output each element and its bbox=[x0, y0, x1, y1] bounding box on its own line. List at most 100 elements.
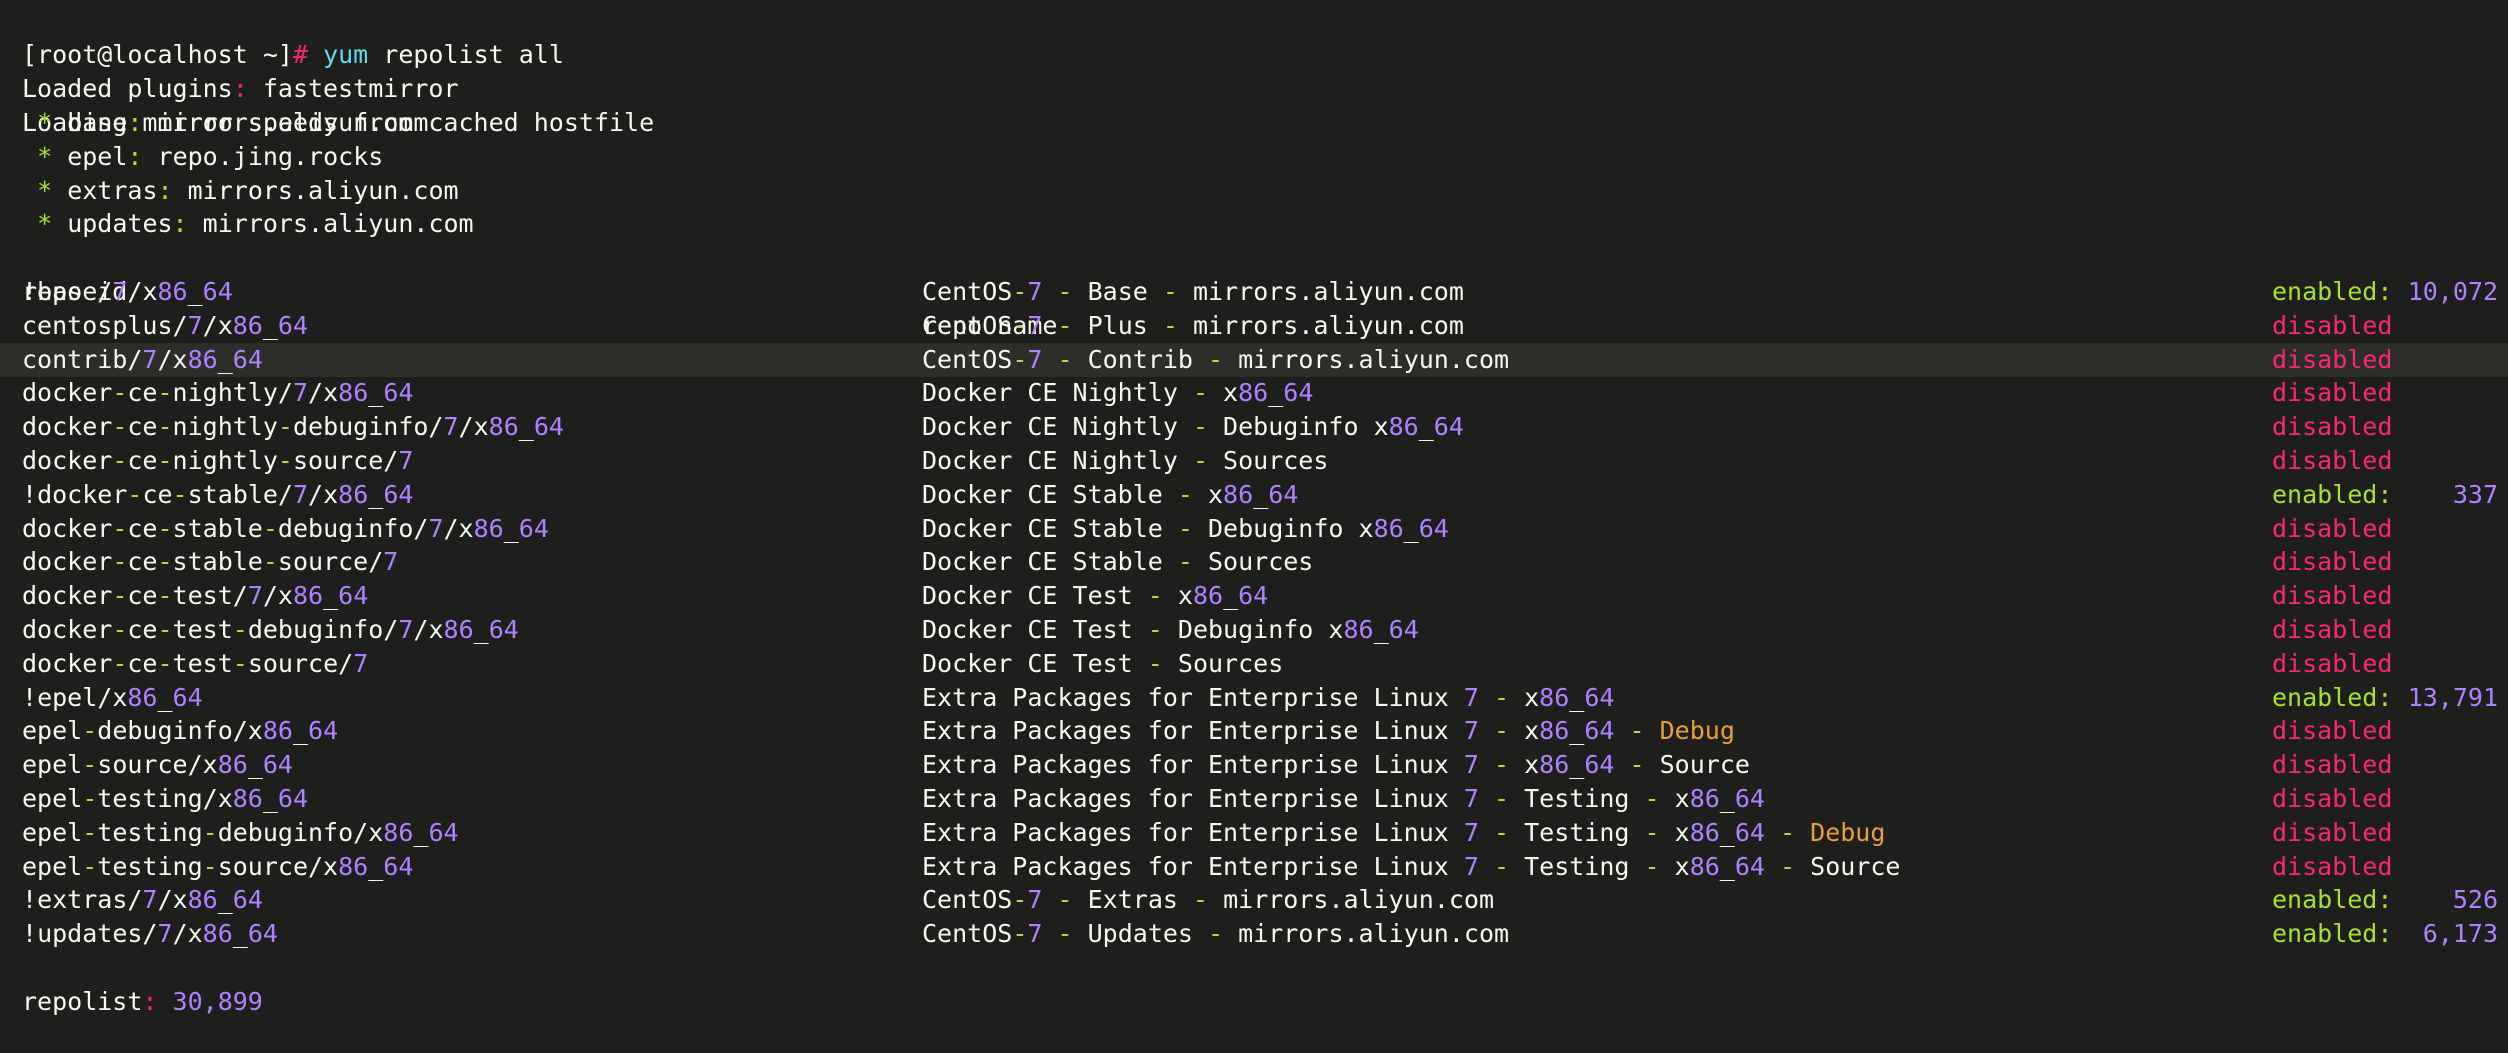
repo-status: disabled bbox=[2272, 851, 2393, 881]
command-prompt-line: [root@localhost ~]# yum repolist all bbox=[0, 4, 2508, 69]
repo-id: !base/7/x86_64 bbox=[22, 277, 233, 306]
terminal-window[interactable]: [root@localhost ~]# yum repolist all Loa… bbox=[0, 0, 2508, 1016]
repo-name: Extra Packages for Enterprise Linux 7 - … bbox=[922, 817, 1886, 847]
repo-status: disabled bbox=[2272, 378, 2393, 408]
mirror-line: * base: mirrors.aliyun.com bbox=[37, 108, 429, 137]
repo-status: disabled bbox=[2272, 513, 2393, 543]
repo-status: disabled bbox=[2272, 344, 2393, 374]
repo-package-count: 13,791 bbox=[2407, 682, 2498, 712]
repo-status: disabled bbox=[2272, 615, 2393, 644]
repo-name: Docker CE Nightly - Debuginfo x86_64 bbox=[922, 412, 1464, 442]
mirror-line: * epel: repo.jing.rocks bbox=[37, 141, 384, 171]
table-row: docker-ce-nightly-source/7 Docker CE Nigh… bbox=[0, 444, 2508, 478]
repo-status: disabled bbox=[2272, 412, 2393, 442]
mirror-line: * updates: mirrors.aliyun.com bbox=[37, 209, 474, 239]
repo-status: disabled bbox=[2272, 817, 2393, 847]
table-row: docker-ce-test-source/7 Docker CE Test - … bbox=[0, 647, 2508, 681]
repo-name: Docker CE Stable - Debuginfo x86_64 bbox=[922, 513, 1449, 543]
repo-id: epel-testing-debuginfo/x86_64 bbox=[22, 817, 459, 847]
repo-id: !epel/x86_64 bbox=[22, 682, 203, 712]
repo-package-count: 6,173 bbox=[2422, 919, 2498, 949]
repo-name: CentOS-7 - Updates - mirrors.aliyun.com bbox=[922, 919, 1510, 949]
repo-name: Extra Packages for Enterprise Linux 7 - … bbox=[922, 682, 1615, 712]
mirror-host: mirrors.aliyun.com bbox=[157, 108, 429, 137]
repo-name: Docker CE Nightly - x86_64 bbox=[922, 378, 1314, 408]
repo-status: enabled: bbox=[2272, 479, 2393, 509]
mirror-name: epel bbox=[67, 141, 128, 171]
table-row: docker-ce-nightly/7/x86_64 Docker CE Nigh… bbox=[0, 376, 2508, 410]
mirror-line: * extras: mirrors.aliyun.com bbox=[37, 175, 459, 205]
repo-status: enabled: bbox=[2272, 885, 2393, 915]
repo-id: docker-ce-nightly/7/x86_64 bbox=[22, 378, 414, 408]
repo-name: CentOS-7 - Plus - mirrors.aliyun.com bbox=[922, 310, 1464, 340]
repo-name: Extra Packages for Enterprise Linux 7 - … bbox=[922, 716, 1735, 746]
repo-name: Docker CE Test - x86_64 bbox=[922, 581, 1269, 611]
mirror-host: mirrors.aliyun.com bbox=[187, 175, 459, 205]
repo-status: enabled: bbox=[2272, 277, 2393, 306]
repo-id: docker-ce-test-source/7 bbox=[22, 648, 369, 678]
repo-id: docker-ce-test/7/x86_64 bbox=[22, 581, 369, 611]
table-row: docker-ce-stable-debuginfo/7/x86_64 Docke… bbox=[0, 512, 2508, 546]
repo-status: disabled bbox=[2272, 750, 2393, 780]
repo-id: !docker-ce-stable/7/x86_64 bbox=[22, 479, 414, 509]
repo-status: disabled bbox=[2272, 446, 2393, 475]
repo-status: enabled: bbox=[2272, 682, 2393, 712]
mirror-name: base bbox=[67, 108, 128, 137]
repo-status: enabled: bbox=[2272, 919, 2393, 949]
table-row: !epel/x86_64 Extra Packages for Enterpris… bbox=[0, 681, 2508, 715]
table-row: epel-source/x86_64 Extra Packages for Ent… bbox=[0, 748, 2508, 782]
mirror-name: extras bbox=[67, 175, 158, 205]
repo-id: contrib/7/x86_64 bbox=[22, 344, 263, 374]
repo-id: epel-testing-source/x86_64 bbox=[22, 851, 414, 881]
repo-status: disabled bbox=[2272, 581, 2393, 611]
repo-name: Docker CE Nightly - Sources bbox=[922, 446, 1329, 475]
mirror-name: updates bbox=[67, 209, 173, 239]
table-row: !updates/7/x86_64 CentOS-7 - Updates - mi… bbox=[0, 917, 2508, 951]
repo-package-count: 337 bbox=[2452, 479, 2498, 509]
repo-id: !extras/7/x86_64 bbox=[22, 885, 263, 915]
summary-line: repolist: 30,899 bbox=[22, 987, 263, 1016]
repo-name: CentOS-7 - Contrib - mirrors.aliyun.com bbox=[922, 344, 1510, 374]
mirror-speed-line: Loading mirror speeds from cached hostfi… bbox=[0, 72, 2508, 137]
repo-id: docker-ce-stable-source/7 bbox=[22, 547, 399, 577]
repo-name: Extra Packages for Enterprise Linux 7 - … bbox=[922, 784, 1765, 813]
table-row: docker-ce-stable-source/7 Docker CE Stabl… bbox=[0, 545, 2508, 579]
repo-name: Docker CE Stable - x86_64 bbox=[922, 479, 1299, 509]
next-prompt-line-partial: [root@localhost ~]# yum repolist all bbox=[0, 985, 2508, 1003]
table-row: centosplus/7/x86_64 CentOS-7 - Plus - mir… bbox=[0, 309, 2508, 343]
table-header: repo id repo name status bbox=[0, 241, 2508, 374]
repo-status: disabled bbox=[2272, 784, 2393, 813]
repo-id: docker-ce-stable-debuginfo/7/x86_64 bbox=[22, 513, 549, 543]
mirror-host: repo.jing.rocks bbox=[157, 141, 384, 171]
repo-id: docker-ce-nightly-debuginfo/7/x86_64 bbox=[22, 412, 564, 442]
table-row: epel-testing-source/x86_64 Extra Packages… bbox=[0, 850, 2508, 884]
repo-name: Docker CE Test - Sources bbox=[922, 648, 1284, 678]
repo-status: disabled bbox=[2272, 310, 2393, 340]
repo-package-count: 526 bbox=[2452, 885, 2498, 915]
table-row: !extras/7/x86_64 CentOS-7 - Extras - mirr… bbox=[0, 883, 2508, 917]
table-row: epel-testing-debuginfo/x86_64 Extra Packa… bbox=[0, 816, 2508, 850]
repo-name: CentOS-7 - Extras - mirrors.aliyun.com bbox=[922, 885, 1495, 915]
repo-id: docker-ce-nightly-source/7 bbox=[22, 446, 414, 475]
repo-id: !updates/7/x86_64 bbox=[22, 919, 278, 949]
repo-name: Extra Packages for Enterprise Linux 7 - … bbox=[922, 750, 1750, 780]
repo-name: Docker CE Test - Debuginfo x86_64 bbox=[922, 615, 1419, 644]
repo-id: epel-testing/x86_64 bbox=[22, 784, 309, 813]
table-row: !docker-ce-stable/7/x86_64 Docker CE Stab… bbox=[0, 478, 2508, 512]
table-row: docker-ce-test/7/x86_64 Docker CE Test - … bbox=[0, 579, 2508, 613]
repo-status: disabled bbox=[2272, 648, 2393, 678]
repo-id: docker-ce-test-debuginfo/7/x86_64 bbox=[22, 615, 519, 644]
table-row: epel-debuginfo/x86_64 Extra Packages for … bbox=[0, 714, 2508, 748]
repo-status: disabled bbox=[2272, 547, 2393, 577]
repo-name: CentOS-7 - Base - mirrors.aliyun.com bbox=[922, 277, 1464, 306]
table-row: !base/7/x86_64 CentOS-7 - Base - mirrors.… bbox=[0, 275, 2508, 309]
table-row: epel-testing/x86_64 Extra Packages for En… bbox=[0, 782, 2508, 816]
repo-id: epel-source/x86_64 bbox=[22, 750, 293, 780]
repo-name: Extra Packages for Enterprise Linux 7 - … bbox=[922, 851, 1901, 881]
plugins-line: Loaded plugins: fastestmirror bbox=[22, 74, 459, 103]
table-row: docker-ce-test-debuginfo/7/x86_64 Docker … bbox=[0, 613, 2508, 647]
repo-status: disabled bbox=[2272, 716, 2393, 746]
repo-id: centosplus/7/x86_64 bbox=[22, 310, 309, 340]
mirror-host: mirrors.aliyun.com bbox=[202, 209, 474, 239]
repo-id: epel-debuginfo/x86_64 bbox=[22, 716, 339, 746]
